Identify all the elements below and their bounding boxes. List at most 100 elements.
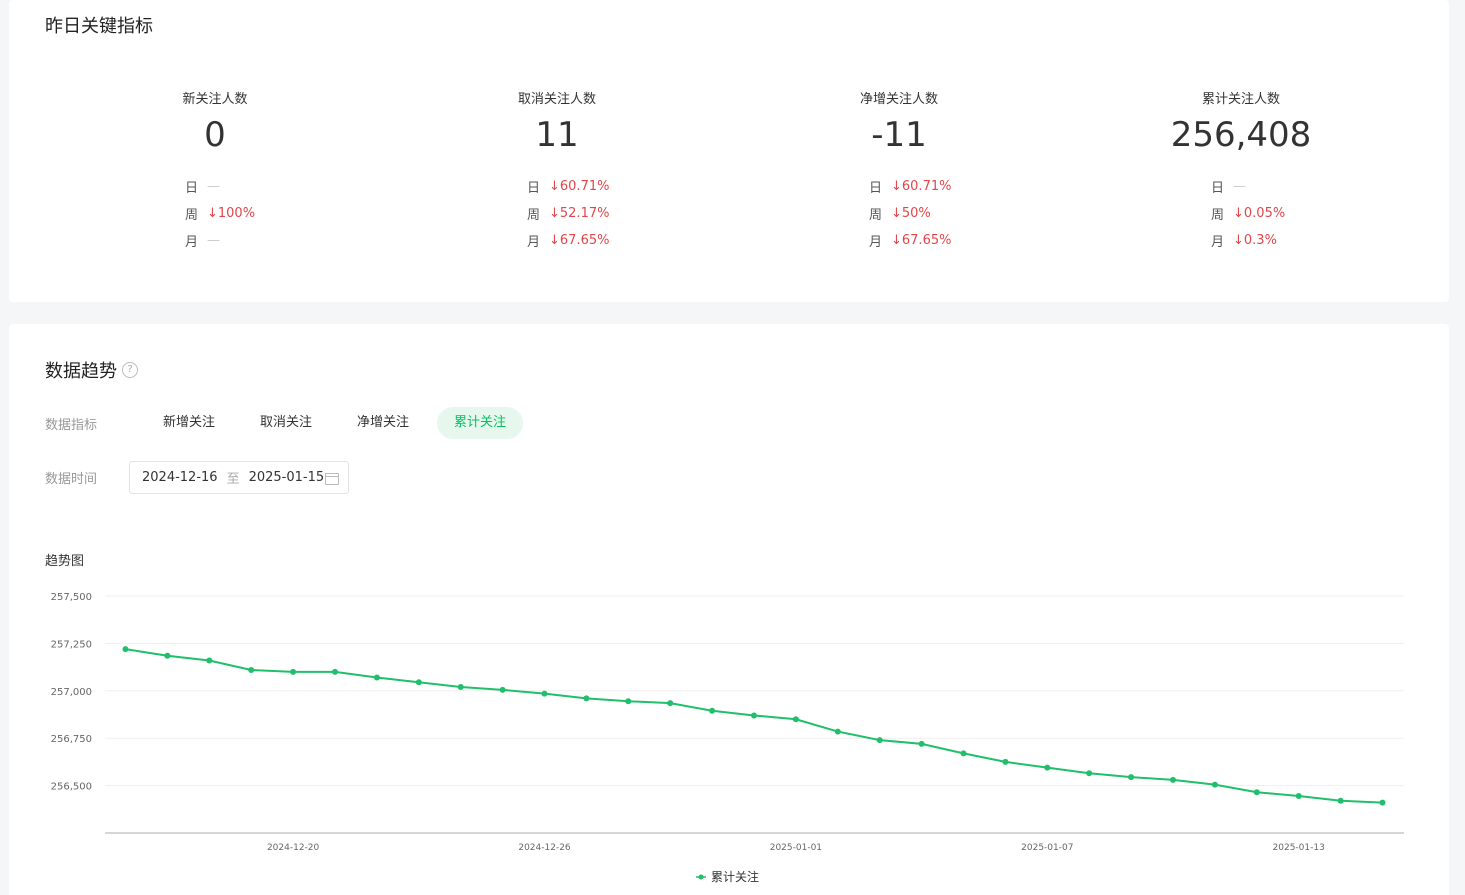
metric-comparisons: 日 ↓60.71% 周 ↓52.17% 月 ↓67.65% [527,173,609,254]
legend-marker [698,874,704,880]
metric-label: 净增关注人数 [859,92,938,107]
trend-card: 数据趋势 ? 数据指标 新增关注 取消关注 净增关注 累计关注 数据时间 2024-1… [9,324,1449,895]
comparison-period: 日 [1211,181,1225,196]
metric-1: 取消关注人数 11 日 ↓60.71% 周 ↓52.17% 月 ↓67.65% [427,88,687,258]
comparison-value: — [207,179,220,194]
comparison-row: 日 ↓60.71% [869,173,951,200]
key-metrics-title: 昨日关键指标 [45,16,153,37]
metric-comparisons: 日 — 周 ↓0.05% 月 ↓0.3% [1211,173,1285,254]
chart-title: 趋势图 [45,554,85,569]
calendar-icon[interactable] [325,473,339,485]
metric-label: 累计关注人数 [1201,92,1280,107]
metric-2: 净增关注人数 -11 日 ↓60.71% 周 ↓50% 月 ↓67.65% [769,88,1029,258]
date-range-picker[interactable]: 2024-12-16 至 2025-01-15 [129,461,349,494]
comparison-value: ↓50% [891,206,931,221]
comparison-row: 月 ↓67.65% [869,227,951,254]
data-point [876,737,883,744]
x-tick-label: 2024-12-20 [267,843,320,853]
comparison-row: 月 ↓0.3% [1211,227,1285,254]
trend-title-wrap: 数据趋势 ? [45,357,138,383]
trend-title: 数据趋势 [45,361,117,382]
comparison-row: 周 ↓50% [869,200,951,227]
data-point [290,668,297,675]
data-point [248,666,255,673]
comparison-value: ↓67.65% [549,233,610,248]
y-tick-label: 256,500 [51,782,92,793]
data-point [1002,758,1009,765]
trend-chart: 257,500 257,250 257,000 256,750 256,500 2024-… [51,592,1404,884]
metric-0: 新关注人数 0 日 — 周 ↓100% 月 — [85,88,345,258]
data-point [1337,797,1344,804]
x-tick-label: 2024-12-26 [518,843,571,853]
metric-option-1[interactable]: 取消关注 [243,407,329,439]
comparison-row: 日 — [1211,173,1285,200]
comparison-value: ↓60.71% [891,179,952,194]
data-point [625,698,632,705]
metric-filter-row: 数据指标 新增关注 取消关注 净增关注 累计关注 [45,407,534,439]
comparison-row: 月 ↓67.65% [527,227,609,254]
data-point [122,646,129,653]
metric-option-2[interactable]: 净增关注 [340,407,426,439]
comparison-value: ↓52.17% [549,206,610,221]
metric-value: 0 [204,115,226,155]
metric-comparisons: 日 — 周 ↓100% 月 — [185,173,255,254]
comparison-period: 日 [869,181,883,196]
y-tick-label: 257,500 [51,592,92,603]
comparison-period: 周 [185,208,199,223]
x-tick-label: 2025-01-07 [1021,843,1073,853]
comparison-period: 月 [527,235,541,250]
date-separator: 至 [226,472,240,487]
y-tick-label: 257,250 [51,639,92,650]
data-point [373,674,380,681]
metric-3: 累计关注人数 256,408 日 — 周 ↓0.05% 月 ↓0.3% [1111,88,1371,258]
data-point [960,750,967,757]
x-tick-label: 2025-01-13 [1273,843,1325,853]
comparison-row: 周 ↓52.17% [527,200,609,227]
data-point [499,686,506,693]
comparison-value: — [207,233,220,248]
data-point [1253,789,1260,796]
data-point [332,668,338,675]
time-filter-label: 数据时间 [45,472,98,487]
help-icon[interactable]: ? [122,362,138,378]
data-point [667,700,674,707]
metric-label: 取消关注人数 [517,92,596,107]
comparison-value: ↓67.65% [891,233,952,248]
data-point [1086,770,1093,777]
y-tick-label: 256,750 [51,734,92,745]
data-point [1044,764,1051,771]
data-point [1379,799,1386,806]
comparison-value: ↓100% [207,206,256,221]
data-point [583,695,590,702]
data-point [792,716,799,723]
metric-option-3[interactable]: 累计关注 [437,407,524,439]
metric-comparisons: 日 ↓60.71% 周 ↓50% 月 ↓67.65% [869,173,951,254]
data-point [1128,774,1135,781]
data-point [1170,776,1176,783]
comparison-period: 月 [185,235,199,250]
metric-filter-label: 数据指标 [45,417,98,433]
comparison-period: 周 [869,208,883,223]
comparison-period: 日 [185,181,199,196]
comparison-period: 周 [1211,208,1225,223]
y-tick-label: 257,000 [51,687,92,698]
metric-option-0[interactable]: 新增关注 [146,407,232,439]
metric-options: 新增关注 取消关注 净增关注 累计关注 [146,407,534,439]
metric-label: 新关注人数 [182,92,248,107]
key-metrics-card: 昨日关键指标 新关注人数 0 日 — 周 ↓100% 月 — 取消关注人数 11 日 ↓60.71% 周… [9,0,1449,302]
data-point [1211,781,1218,788]
comparison-row: 日 — [185,173,255,200]
data-point [918,740,925,747]
x-tick-label: 2025-01-01 [770,843,822,853]
date-end[interactable]: 2025-01-15 [249,470,325,485]
date-start[interactable]: 2024-12-16 [142,470,218,485]
legend-label: 累计关注 [711,869,759,884]
comparison-value: ↓60.71% [549,179,610,194]
comparison-value: ↓0.05% [1233,206,1286,221]
data-point [751,712,757,719]
metric-value: 256,408 [1170,115,1312,155]
comparison-period: 周 [527,208,541,223]
data-point [206,657,213,664]
time-filter-row: 数据时间 2024-12-16 至 2025-01-15 [45,461,349,494]
comparison-row: 月 — [185,227,255,254]
